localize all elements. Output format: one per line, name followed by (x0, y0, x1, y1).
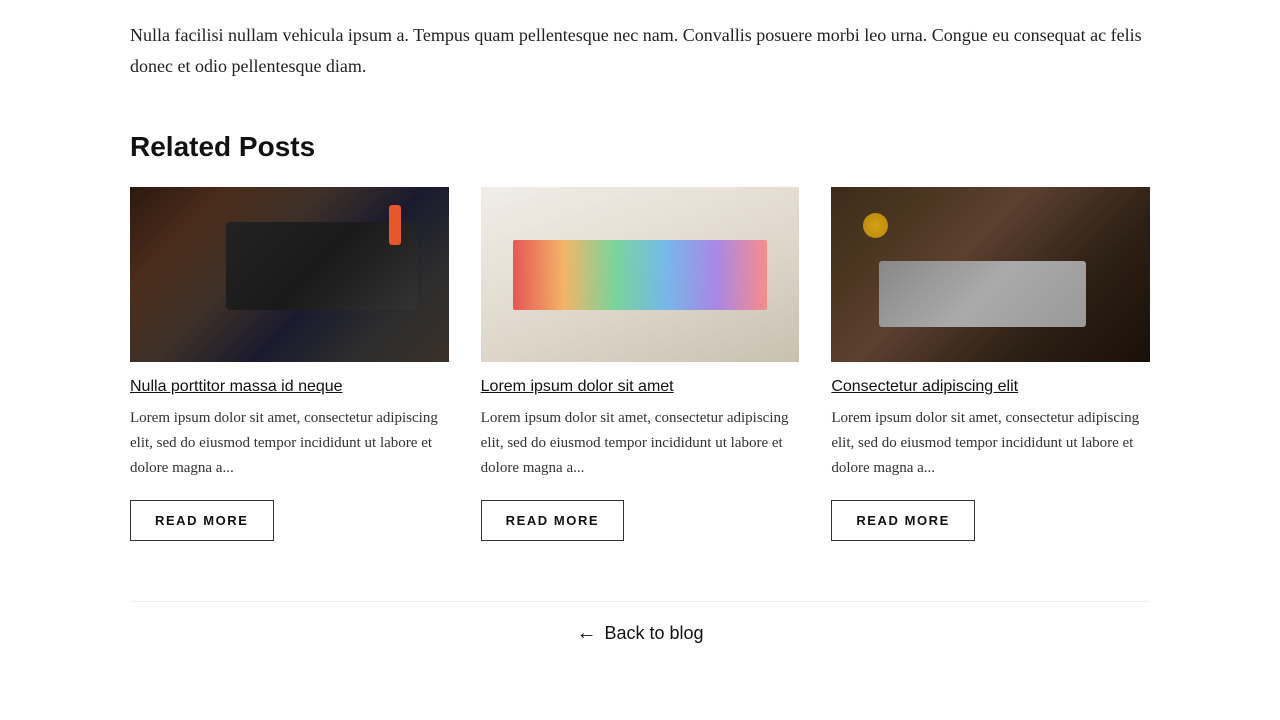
post-image-wrapper-2 (481, 187, 800, 362)
post-title-2[interactable]: Lorem ipsum dolor sit amet (481, 378, 800, 396)
post-card-3: Consectetur adipiscing elit Lorem ipsum … (831, 187, 1150, 541)
read-more-button-2[interactable]: READ MORE (481, 500, 625, 541)
intro-paragraph: Nulla facilisi nullam vehicula ipsum a. … (130, 20, 1150, 81)
back-to-blog-section: ← Back to blog (130, 601, 1150, 645)
post-image-wrapper-3 (831, 187, 1150, 362)
read-more-button-3[interactable]: READ MORE (831, 500, 975, 541)
posts-grid: Nulla porttitor massa id neque Lorem ips… (130, 187, 1150, 541)
read-more-button-1[interactable]: READ MORE (130, 500, 274, 541)
post-card-1: Nulla porttitor massa id neque Lorem ips… (130, 187, 449, 541)
post-title-1[interactable]: Nulla porttitor massa id neque (130, 378, 449, 396)
post-excerpt-1: Lorem ipsum dolor sit amet, consectetur … (130, 406, 449, 480)
back-arrow-icon: ← (576, 622, 596, 645)
related-posts-heading: Related Posts (130, 131, 1150, 163)
post-excerpt-3: Lorem ipsum dolor sit amet, consectetur … (831, 406, 1150, 480)
post-image-3 (831, 187, 1150, 362)
post-card-2: Lorem ipsum dolor sit amet Lorem ipsum d… (481, 187, 800, 541)
back-to-blog-link[interactable]: ← Back to blog (576, 622, 703, 645)
post-excerpt-2: Lorem ipsum dolor sit amet, consectetur … (481, 406, 800, 480)
post-image-1 (130, 187, 449, 362)
post-title-3[interactable]: Consectetur adipiscing elit (831, 378, 1150, 396)
back-to-blog-label: Back to blog (604, 623, 703, 644)
post-image-2 (481, 187, 800, 362)
post-image-wrapper-1 (130, 187, 449, 362)
